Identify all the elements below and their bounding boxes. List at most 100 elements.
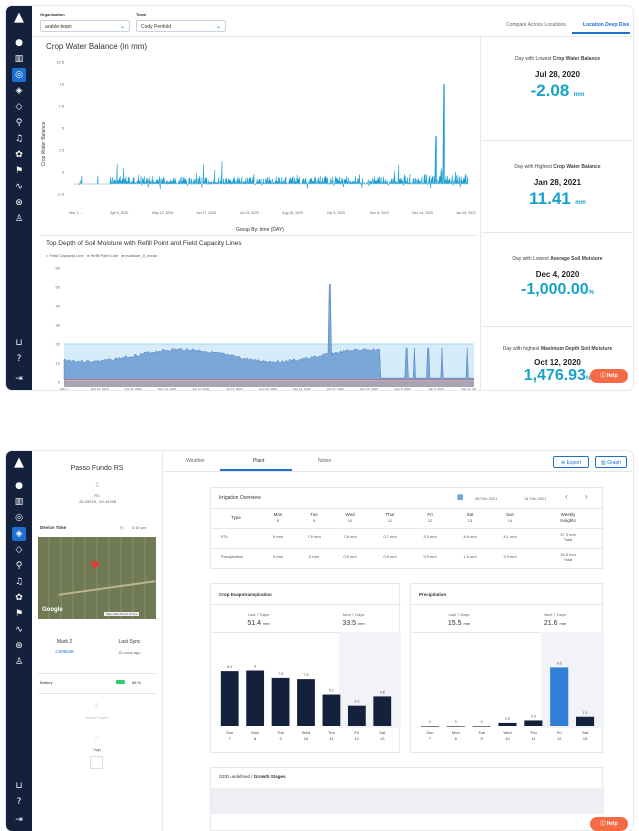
pulse-icon[interactable]: ∿ [12, 623, 26, 637]
add-tag-button[interactable] [90, 756, 103, 769]
plant-icon[interactable]: ✿ [12, 591, 26, 605]
bell-icon[interactable]: ♫ [12, 575, 26, 589]
team-select[interactable]: Cody Penfold ⌄ [136, 20, 226, 32]
bar [550, 667, 569, 726]
kpi-value: -2.08 [530, 81, 570, 100]
next-7-days-unit: mm [357, 621, 365, 626]
bar [271, 677, 290, 726]
user-icon[interactable]: ♙ [12, 212, 26, 226]
tab-weather[interactable]: Weather [186, 458, 205, 464]
device-map[interactable]: ♥ Google Map Data Terms of Use [38, 537, 156, 619]
search-icon[interactable]: ⚲ [12, 559, 26, 573]
tab-location-deep-dive[interactable]: Location Deep Dive [583, 22, 629, 28]
last-7-days-label: Last 7 Days [247, 612, 270, 617]
row-value: 7.8 mm [307, 534, 321, 539]
tab-notes[interactable]: Notes [318, 458, 331, 464]
day-name: Tue [310, 512, 318, 517]
kpi-highest-cwb: Day with Highest Crop Water Balance Jan … [482, 164, 633, 209]
map-pin-icon: ♥ [90, 559, 100, 572]
organisation-select[interactable]: arable-team ⌄ [40, 20, 130, 32]
x-tick-label: Nov 8, 2020 [370, 211, 389, 215]
day-number: 9 [312, 518, 316, 523]
plant-icon[interactable]: ✿ [12, 148, 26, 162]
flag-icon[interactable]: ⚑ [12, 607, 26, 621]
map-terms[interactable]: Map Data Terms of Use [104, 612, 140, 616]
last-7-days-value: 15.5 [447, 620, 462, 627]
kpi-unit: % [588, 290, 594, 296]
drop-icon[interactable]: ◇ [12, 543, 26, 557]
kpi-title-bold: Crop Water Balance [553, 164, 601, 170]
bar-chart-icon[interactable]: ▥ [12, 495, 26, 509]
target-icon[interactable]: ◎ [12, 511, 26, 525]
model-value[interactable]: C005048 [32, 649, 97, 654]
tab-plant[interactable]: Plant [253, 458, 264, 464]
row-value: 0 mm [309, 554, 319, 559]
drop-icon[interactable]: ◇ [12, 100, 26, 114]
prev-week-icon[interactable]: ‹ [565, 492, 568, 501]
bar-value-label: 4.8 [380, 690, 385, 694]
help-label: Help [606, 373, 618, 379]
help-circle-icon[interactable]: ? [12, 352, 26, 366]
layers-icon[interactable]: ◈ [12, 527, 26, 541]
weekly-header: Weekly [560, 512, 576, 517]
kpi-date: Jul 28, 2020 [535, 70, 580, 79]
graph-button[interactable]: ▥ Graph [595, 456, 627, 468]
x-tick-label: 7 [429, 736, 432, 741]
x-tick-label: Wed [503, 730, 511, 735]
location-pin-icon[interactable]: ● [12, 479, 26, 493]
y-tick-label: 0 [62, 170, 65, 175]
kpi-separator [482, 232, 633, 233]
cart-icon[interactable]: ⊔ [12, 336, 26, 350]
bar-chart-icon[interactable]: ▥ [12, 52, 26, 66]
next-7-days-label: Next 7 Days [544, 612, 566, 617]
next-week-icon[interactable]: › [585, 492, 588, 501]
range-start[interactable]: 08 Feb 2021 [475, 496, 497, 501]
x-tick-label: Jun 17, 2020 [196, 211, 216, 215]
search-icon[interactable]: ⚲ [12, 116, 26, 130]
compass-icon[interactable]: ⊛ [12, 196, 26, 210]
row-value: 7.6 mm [343, 534, 357, 539]
bar [576, 716, 595, 726]
help-circle-icon[interactable]: ? [12, 795, 26, 809]
cart-icon[interactable]: ⊔ [12, 779, 26, 793]
bell-icon[interactable]: ♫ [12, 132, 26, 146]
last-sync-value: 51 mins ago [118, 650, 141, 655]
gdd-card: GDD undefined / Growth Stages [210, 767, 604, 831]
logout-icon[interactable]: ⇥ [12, 813, 26, 827]
x-tick-label: Aug 10, 2020 [259, 387, 277, 390]
help-button[interactable]: ⓘ Help [590, 369, 628, 383]
arable-logo-icon[interactable]: ▲ [10, 455, 28, 471]
x-tick-label: Wed [302, 730, 310, 735]
bar [220, 671, 239, 726]
x-tick-label: Aug 28, 2020 [282, 211, 303, 215]
arable-logo-icon[interactable]: ▲ [10, 10, 28, 26]
sidebar-divider [38, 693, 156, 694]
y-tick-label: -2.5 [57, 192, 65, 197]
tab-compare-locations[interactable]: Compare Across Locations [506, 22, 566, 28]
row-type: ETc [221, 534, 228, 539]
export-button[interactable]: ⊜ Export [553, 456, 589, 468]
layers-icon[interactable]: ◈ [12, 84, 26, 98]
kpi-title-bold: Crop Water Balance [552, 56, 601, 62]
x-tick-label: Dec 5, 2020 [395, 387, 412, 390]
help-button[interactable]: ⓘ Help [590, 817, 628, 831]
flag-icon[interactable]: ⚑ [12, 164, 26, 178]
target-icon[interactable]: ◎ [12, 68, 26, 82]
logout-icon[interactable]: ⇥ [12, 372, 26, 386]
crop-et-divider [211, 604, 401, 605]
pulse-icon[interactable]: ∿ [12, 180, 26, 194]
precipitation-card: Precipitation Last 7 Days 15.5 mm Next 7… [410, 583, 604, 753]
bar-value-label: 0.5 [505, 717, 510, 721]
range-end[interactable]: 14 Feb 2021 [524, 496, 546, 501]
user-icon[interactable]: ♙ [12, 655, 26, 669]
day-name: Fri [427, 512, 433, 517]
bar [246, 670, 265, 726]
x-tick-label: Mon [251, 730, 259, 735]
calendar-icon[interactable]: ▦ [457, 493, 464, 501]
location-pin-icon[interactable]: ● [12, 36, 26, 50]
bar-value-label: 7.6 [304, 673, 309, 677]
compass-icon[interactable]: ⊛ [12, 639, 26, 653]
team-label: Team [136, 12, 147, 17]
x-tick-label: 10 [505, 736, 510, 741]
bottom-nav-rail: ▲ ● ▥ ◎ ◈ ◇ ⚲ ♫ ✿ ⚑ ∿ ⊛ ♙ ⊔ ? ⇥ [6, 451, 32, 831]
